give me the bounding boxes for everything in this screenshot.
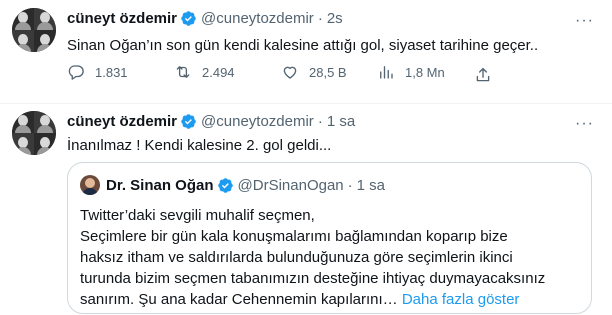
like-button[interactable]: 28,5 B [281,63,347,81]
tweet-header: cüneyt özdemir @cuneytozdemir · 2s [67,10,343,27]
retweet-button[interactable]: 2.494 [174,63,235,81]
author-handle[interactable]: @cuneytozdemir [201,10,314,27]
quoted-text-tail: sanırım. Şu ana kadar Cehennemin kapılar… [80,291,398,308]
quoted-text-line: haksız itham ve saldırılarda bulunduğunu… [80,249,513,266]
separator: · [347,176,353,194]
retweet-icon [176,66,190,78]
author-name[interactable]: cüneyt özdemir [67,10,177,27]
quoted-avatar [80,175,100,195]
share-icon[interactable] [474,66,492,84]
reply-count: 1.831 [95,64,128,80]
tweet-header: cüneyt özdemir @cuneytozdemir · 1 sa [67,113,355,130]
views-icon [380,66,393,79]
tweet[interactable]: cüneyt özdemir @cuneytozdemir · 1 sa ···… [0,103,612,315]
verified-badge-icon [181,114,196,129]
verified-badge-icon [181,11,196,26]
quoted-text-line: Seçimlere bir gün kala konuşmalarımı bağ… [80,228,508,245]
quoted-tweet-text: Twitter’daki sevgili muhalif seçmen, Seç… [80,205,545,310]
quoted-text-line: Twitter’daki sevgili muhalif seçmen, [80,207,315,224]
author-name[interactable]: cüneyt özdemir [67,113,177,130]
tweet[interactable]: cüneyt özdemir @cuneytozdemir · 2s ··· S… [0,0,612,104]
timestamp[interactable]: 2s [327,10,343,27]
retweet-count: 2.494 [202,64,235,80]
views-button[interactable]: 1,8 Mn [377,63,445,81]
reply-icon [68,65,84,80]
like-count: 28,5 B [309,64,347,80]
views-count: 1,8 Mn [405,64,445,80]
more-icon[interactable]: ··· [575,12,594,30]
quoted-text-last-line: sanırım. Şu ana kadar Cehennemin kapılar… [80,289,545,310]
action-bar: 1.831 2.494 28,5 B 1,8 Mn [67,63,497,87]
reply-button[interactable]: 1.831 [67,63,128,81]
separator: · [317,10,323,27]
quoted-author-handle: @DrSinanOgan [237,176,344,194]
quoted-text-line: turunda bizim seçmen tabanımızın desteği… [80,270,546,287]
quoted-author-name: Dr. Sinan Oğan [106,176,214,194]
quoted-tweet-header: Dr. Sinan Oğan @DrSinanOgan · 1 sa [80,175,385,195]
like-icon [283,66,297,79]
verified-badge-icon [217,177,233,193]
quoted-timestamp: 1 sa [356,176,386,194]
avatar[interactable] [12,111,56,155]
author-handle[interactable]: @cuneytozdemir [201,113,314,130]
separator: · [317,113,323,130]
quoted-tweet[interactable]: Dr. Sinan Oğan @DrSinanOgan · 1 sa Twitt… [67,162,592,314]
avatar[interactable] [12,8,56,52]
more-icon[interactable]: ··· [575,115,594,133]
tweet-text: İnanılmaz ! Kendi kalesine 2. gol geldi.… [67,137,332,154]
timestamp[interactable]: 1 sa [327,113,355,130]
show-more-link[interactable]: Daha fazla göster [402,291,520,308]
tweet-text: Sinan Oğan’ın son gün kendi kalesine att… [67,37,539,54]
